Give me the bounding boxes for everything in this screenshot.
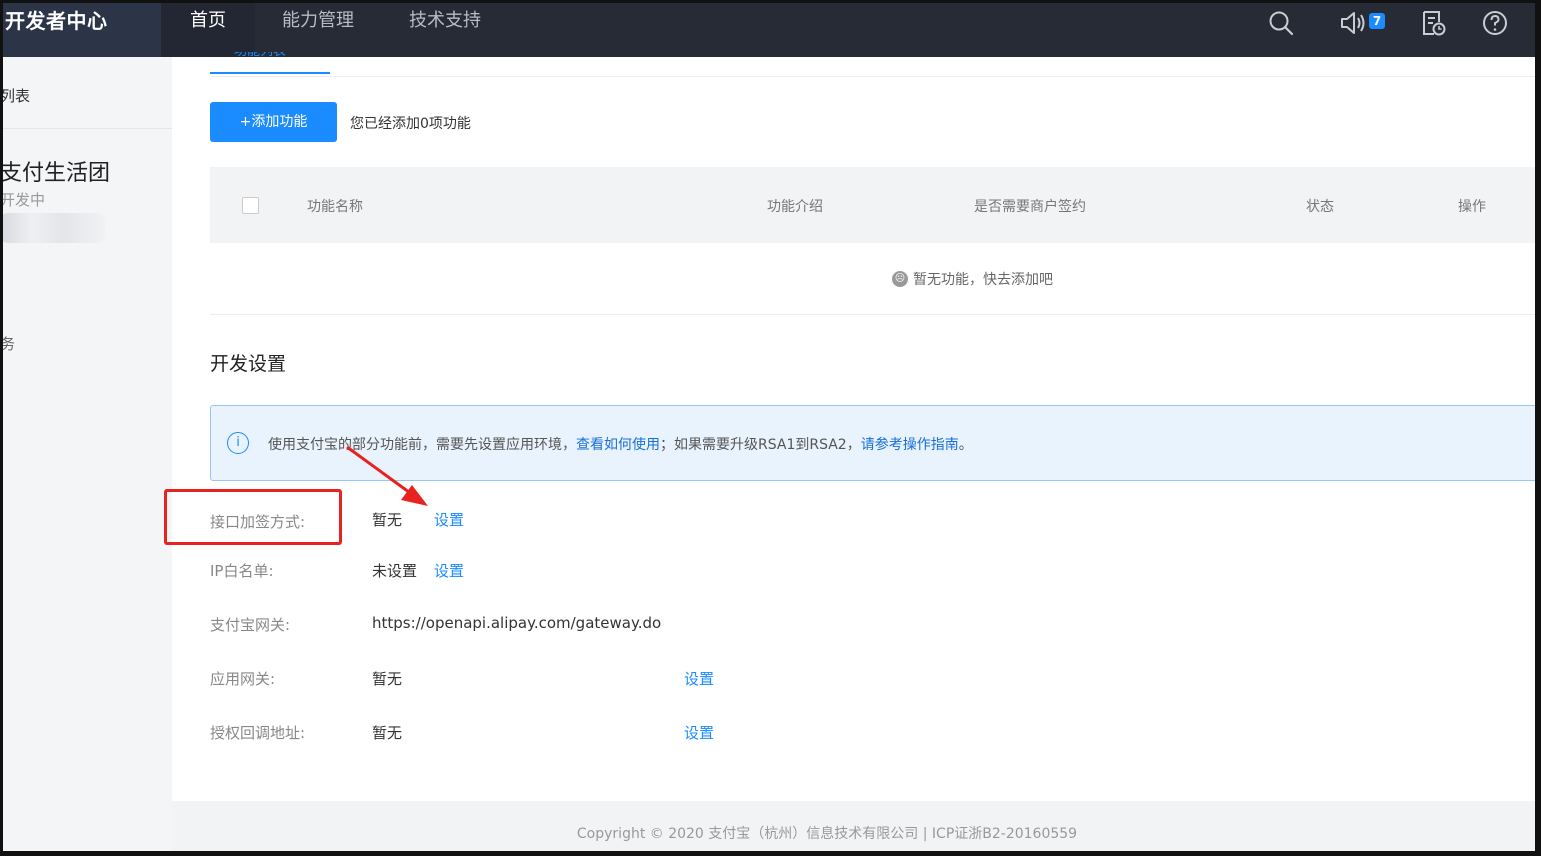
app-gateway-set-link[interactable]: 设置: [684, 668, 714, 689]
footer: Copyright © 2020 支付宝（杭州）信息技术有限公司 | ICP证浙…: [172, 801, 1535, 851]
nav-tab-home[interactable]: 首页: [161, 3, 255, 57]
add-function-button[interactable]: +添加功能: [210, 102, 337, 142]
info-middle: ；如果需要升级RSA1到RSA2，: [660, 437, 861, 453]
ip-whitelist-label: IP白名单:: [210, 562, 274, 580]
sidebar: 列表 支付生活团 开发中 务: [3, 57, 172, 851]
how-to-use-link[interactable]: 查看如何使用: [576, 437, 660, 453]
sad-face-icon: ☹: [892, 271, 908, 287]
speaker-icon[interactable]: [1339, 9, 1367, 37]
ip-whitelist-value: 未设置: [372, 562, 418, 580]
column-header-name: 功能名称: [307, 199, 363, 215]
tab-active-indicator: [210, 72, 330, 74]
operation-guide-link[interactable]: 请参考操作指南: [861, 437, 959, 453]
auth-callback-label: 授权回调地址:: [210, 724, 306, 742]
app-gateway-value: 暂无: [372, 670, 403, 688]
nav-tab-ability-management[interactable]: 能力管理: [282, 3, 354, 57]
function-table-header: 功能名称 功能介绍 是否需要商户签约 状态 操作: [210, 167, 1535, 243]
app-gateway-label: 应用网关:: [210, 670, 276, 688]
alipay-gateway-label: 支付宝网关:: [210, 616, 291, 634]
notification-badge: 7: [1369, 13, 1385, 29]
info-banner-text: 使用支付宝的部分功能前，需要先设置应用环境，查看如何使用；如果需要升级RSA1到…: [268, 434, 973, 454]
footer-copyright: Copyright © 2020 支付宝（杭州）信息技术有限公司 | ICP证浙…: [576, 826, 1078, 842]
select-all-checkbox[interactable]: [242, 197, 259, 214]
sidebar-divider: [3, 128, 172, 129]
sidebar-item-task[interactable]: 务: [3, 333, 15, 354]
tab-strip-divider: [210, 76, 1535, 77]
sidebar-item-list[interactable]: 列表: [3, 85, 30, 106]
info-icon: i: [227, 432, 249, 454]
list-clock-icon[interactable]: [1419, 9, 1447, 37]
help-icon[interactable]: [1481, 9, 1509, 37]
nav-tab-tech-support[interactable]: 技术支持: [409, 3, 481, 57]
top-navbar: 开发者中心 首页 能力管理 技术支持 7: [3, 3, 1535, 57]
info-prefix: 使用支付宝的部分功能前，需要先设置应用环境，: [268, 437, 576, 453]
column-header-action: 操作: [1458, 199, 1486, 215]
blurred-app-id: [3, 213, 105, 243]
app-status: 开发中: [3, 191, 46, 209]
auth-callback-set-link[interactable]: 设置: [684, 722, 714, 743]
empty-state-text: 暂无功能，快去添加吧: [913, 272, 1053, 288]
auth-callback-value: 暂无: [372, 724, 403, 742]
sign-method-value: 暂无: [372, 511, 403, 529]
search-icon[interactable]: [1267, 9, 1295, 37]
dev-settings-title: 开发设置: [210, 353, 287, 375]
function-table-empty: ☹ 暂无功能，快去添加吧: [210, 243, 1535, 315]
column-header-merchant-sign: 是否需要商户签约: [974, 199, 1086, 215]
main-content: 功能列表 +添加功能 您已经添加0项功能 功能名称 功能介绍 是否需要商户签约 …: [164, 52, 1535, 851]
app-name: 支付生活团: [3, 161, 111, 186]
annotation-highlight-box: [164, 489, 342, 545]
column-header-status: 状态: [1306, 199, 1334, 215]
added-count-text: 您已经添加0项功能: [350, 116, 471, 132]
column-header-intro: 功能介绍: [767, 199, 823, 215]
app-window: 开发者中心 首页 能力管理 技术支持 7 列表 支付生活团 开发中 务 +添加功…: [3, 3, 1535, 851]
ip-whitelist-set-link[interactable]: 设置: [434, 560, 464, 581]
brand-title[interactable]: 开发者中心: [3, 3, 161, 57]
sign-method-set-link[interactable]: 设置: [434, 509, 464, 530]
tab-function-list[interactable]: 功能列表: [234, 52, 286, 62]
alipay-gateway-value: https://openapi.alipay.com/gateway.do: [372, 614, 662, 632]
info-banner: i 使用支付宝的部分功能前，需要先设置应用环境，查看如何使用；如果需要升级RSA…: [210, 405, 1535, 481]
info-suffix: 。: [958, 437, 973, 453]
